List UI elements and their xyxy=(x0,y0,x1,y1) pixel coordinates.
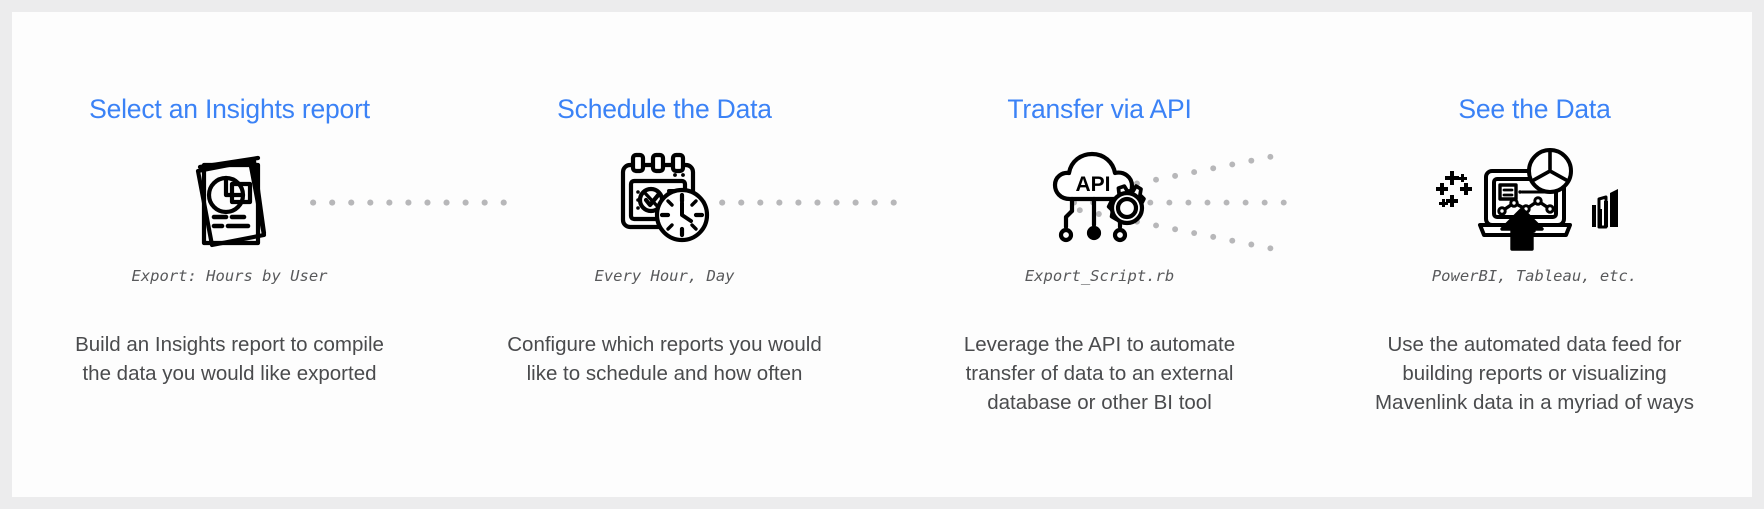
bi-dashboard-laptop-icon xyxy=(1317,145,1752,253)
step-3: Transfer via API API Export_Script.rb Le… xyxy=(882,12,1317,497)
step-2-caption: Every Hour, Day xyxy=(594,266,735,285)
step-2-body: Configure which reports you would like t… xyxy=(507,332,822,385)
step-3-body: Leverage the API to automate transfer of… xyxy=(963,332,1236,414)
step-2: Schedule the Data Every Hour, Day Config… xyxy=(447,12,882,497)
svg-text:API: API xyxy=(1075,173,1110,196)
step-4-body: Use the automated data feed for building… xyxy=(1374,332,1695,414)
step-1-title: Select an Insights report xyxy=(89,94,370,124)
infographic-card: Select an Insights report Export: Hours … xyxy=(12,12,1752,497)
api-cloud-gear-icon: API xyxy=(882,145,1317,253)
stacked-reports-pie-chart-icon xyxy=(12,145,447,253)
step-3-caption: Export_Script.rb xyxy=(1024,266,1175,285)
step-3-title: Transfer via API xyxy=(1007,94,1192,124)
step-1-body: Build an Insights report to compile the … xyxy=(75,332,384,385)
infographic-root: Select an Insights report Export: Hours … xyxy=(0,0,1764,509)
step-1: Select an Insights report Export: Hours … xyxy=(12,12,447,497)
step-1-caption: Export: Hours by User xyxy=(131,266,328,285)
calendar-check-clock-icon xyxy=(447,145,882,253)
powerbi-logo-icon xyxy=(1591,188,1618,228)
step-4-title: See the Data xyxy=(1458,94,1611,124)
step-4: See the Data PowerBI, Tableau, etc. Use … xyxy=(1317,12,1752,497)
steps-row: Select an Insights report Export: Hours … xyxy=(12,12,1752,497)
tableau-logo-icon xyxy=(1435,170,1472,207)
step-2-title: Schedule the Data xyxy=(557,94,772,124)
step-4-caption: PowerBI, Tableau, etc. xyxy=(1431,266,1638,285)
